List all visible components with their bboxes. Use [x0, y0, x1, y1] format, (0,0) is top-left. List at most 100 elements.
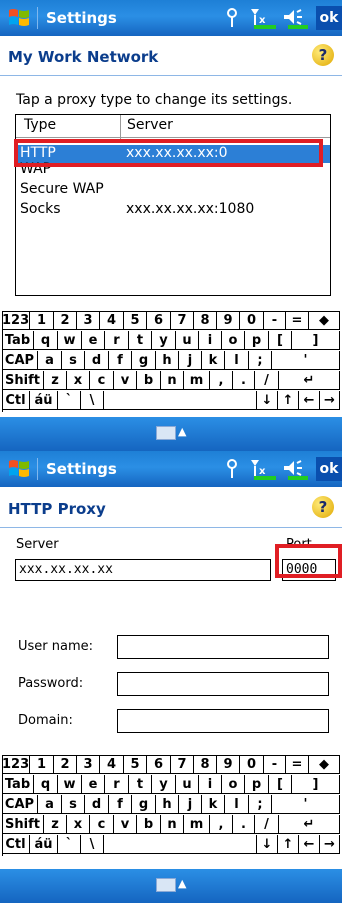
key-l[interactable]: l: [225, 795, 249, 814]
speaker-icon[interactable]: [282, 458, 310, 480]
key-d[interactable]: d: [85, 795, 109, 814]
key-period[interactable]: .: [233, 371, 255, 390]
column-header-type[interactable]: Type: [24, 117, 56, 133]
key-semicolon[interactable]: ;: [249, 351, 272, 370]
input-menu-arrow-icon[interactable]: ▲: [178, 877, 186, 890]
ok-button[interactable]: ok: [316, 457, 342, 481]
key-a[interactable]: a: [38, 351, 62, 370]
key-semicolon[interactable]: ;: [249, 795, 272, 814]
key-z[interactable]: z: [44, 815, 67, 834]
list-item-secure-wap[interactable]: Secure WAP: [16, 181, 330, 199]
key-9[interactable]: 9: [217, 311, 240, 330]
input-menu-arrow-icon[interactable]: ▲: [178, 425, 186, 438]
key-a[interactable]: a: [38, 795, 62, 814]
key-p[interactable]: p: [245, 775, 269, 794]
key-8[interactable]: 8: [194, 755, 217, 774]
key-enter[interactable]: ↵: [279, 371, 340, 390]
key-7[interactable]: 7: [171, 755, 194, 774]
key-slash[interactable]: /: [255, 371, 279, 390]
key-j[interactable]: j: [179, 795, 202, 814]
key-4[interactable]: 4: [100, 755, 124, 774]
key-minus[interactable]: -: [264, 755, 286, 774]
key-slash[interactable]: /: [255, 815, 279, 834]
help-icon[interactable]: ?: [312, 44, 334, 66]
key-quote[interactable]: ': [272, 351, 340, 370]
signal-icon[interactable]: x: [250, 7, 278, 29]
key-j[interactable]: j: [179, 351, 202, 370]
key-right-bracket[interactable]: ]: [292, 331, 340, 350]
key-t[interactable]: t: [129, 775, 152, 794]
key-m[interactable]: m: [184, 815, 210, 834]
key-backtick[interactable]: `: [58, 835, 81, 854]
key-enter[interactable]: ↵: [279, 815, 340, 834]
key-backtick[interactable]: `: [58, 391, 81, 410]
key-y[interactable]: y: [152, 331, 176, 350]
key-x[interactable]: x: [67, 815, 90, 834]
key-period[interactable]: .: [233, 815, 255, 834]
key-3[interactable]: 3: [77, 311, 100, 330]
key-3[interactable]: 3: [77, 755, 100, 774]
key-tab[interactable]: Tab: [2, 775, 34, 794]
key-g[interactable]: g: [132, 351, 156, 370]
key-n[interactable]: n: [161, 815, 184, 834]
key-down[interactable]: ↓: [257, 391, 278, 410]
key-q[interactable]: q: [34, 775, 58, 794]
key-o[interactable]: o: [222, 775, 245, 794]
key-w[interactable]: w: [58, 775, 82, 794]
key-minus[interactable]: -: [264, 311, 286, 330]
key-v[interactable]: v: [114, 815, 137, 834]
key-m[interactable]: m: [184, 371, 210, 390]
key-h[interactable]: h: [156, 351, 179, 370]
key-up[interactable]: ↑: [278, 835, 299, 854]
key-v[interactable]: v: [114, 371, 137, 390]
key-s[interactable]: s: [62, 351, 85, 370]
ok-button[interactable]: ok: [316, 6, 342, 30]
key-left[interactable]: ←: [299, 391, 320, 410]
key-e[interactable]: e: [82, 331, 105, 350]
key-backspace[interactable]: ◆: [309, 755, 340, 774]
password-input[interactable]: [117, 672, 329, 696]
key-1[interactable]: 1: [30, 755, 54, 774]
key-left-bracket[interactable]: [: [269, 331, 292, 350]
key-6[interactable]: 6: [147, 755, 171, 774]
key-c[interactable]: c: [90, 371, 114, 390]
key-7[interactable]: 7: [171, 311, 194, 330]
key-c[interactable]: c: [90, 815, 114, 834]
key-r[interactable]: r: [105, 775, 129, 794]
key-z[interactable]: z: [44, 371, 67, 390]
key-ctrl[interactable]: Ctl: [2, 391, 30, 410]
key-left-bracket[interactable]: [: [269, 775, 292, 794]
key-s[interactable]: s: [62, 795, 85, 814]
key-0[interactable]: 0: [240, 755, 264, 774]
domain-input[interactable]: [117, 709, 329, 733]
key-h[interactable]: h: [156, 795, 179, 814]
key-f[interactable]: f: [109, 351, 132, 370]
key-5[interactable]: 5: [124, 311, 147, 330]
key-9[interactable]: 9: [217, 755, 240, 774]
key-6[interactable]: 6: [147, 311, 171, 330]
key-u[interactable]: u: [176, 775, 199, 794]
key-123[interactable]: 123: [2, 755, 30, 774]
key-comma[interactable]: ,: [210, 815, 233, 834]
key-caps[interactable]: CAP: [2, 795, 38, 814]
key-123[interactable]: 123: [2, 311, 30, 330]
key-2[interactable]: 2: [54, 755, 77, 774]
key-e[interactable]: e: [82, 775, 105, 794]
key-quote[interactable]: ': [272, 795, 340, 814]
key-up[interactable]: ↑: [278, 391, 299, 410]
key-i[interactable]: i: [199, 331, 222, 350]
key-space[interactable]: [104, 391, 257, 410]
server-input[interactable]: xxx.xx.xx.xx: [15, 559, 271, 581]
list-item-socks[interactable]: Socks xxx.xx.xx.xx:1080: [16, 201, 330, 219]
antenna-icon[interactable]: [224, 458, 240, 480]
key-backslash[interactable]: \: [81, 391, 104, 410]
key-u[interactable]: u: [176, 331, 199, 350]
key-y[interactable]: y: [152, 775, 176, 794]
key-b[interactable]: b: [137, 371, 161, 390]
key-space[interactable]: [104, 835, 257, 854]
key-k[interactable]: k: [202, 351, 225, 370]
signal-icon[interactable]: x: [250, 458, 278, 480]
key-down[interactable]: ↓: [257, 835, 278, 854]
column-header-server[interactable]: Server: [120, 115, 173, 139]
key-0[interactable]: 0: [240, 311, 264, 330]
